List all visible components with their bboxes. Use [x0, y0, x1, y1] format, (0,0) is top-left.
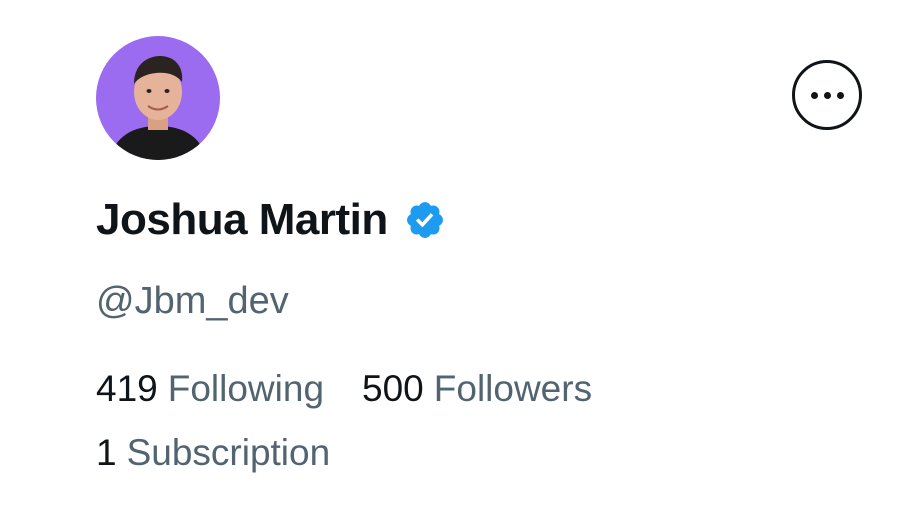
following-stat[interactable]: 419 Following [96, 364, 324, 414]
subscriptions-label: Subscription [126, 432, 331, 473]
display-name: Joshua Martin [96, 195, 388, 244]
more-options-button[interactable] [792, 60, 862, 130]
user-handle: @Jbm_dev [96, 280, 289, 322]
verified-badge-icon[interactable] [404, 199, 446, 241]
following-label: Following [167, 368, 325, 409]
followers-count: 500 [362, 368, 424, 409]
avatar[interactable] [96, 36, 220, 160]
more-dot-icon [836, 91, 844, 99]
subscriptions-stat[interactable]: 1 Subscription [96, 428, 330, 478]
avatar-photo [96, 36, 220, 160]
followers-label: Followers [433, 368, 593, 409]
name-row: Joshua Martin [96, 190, 446, 250]
followers-stat[interactable]: 500 Followers [362, 364, 592, 414]
subscriptions-count: 1 [96, 432, 117, 473]
stats-row: 419 Following 500 Followers [96, 364, 592, 414]
more-horizontal-icon [810, 91, 818, 99]
more-dot-icon [823, 91, 831, 99]
following-count: 419 [96, 368, 158, 409]
subscriptions-row: 1 Subscription [96, 428, 330, 478]
